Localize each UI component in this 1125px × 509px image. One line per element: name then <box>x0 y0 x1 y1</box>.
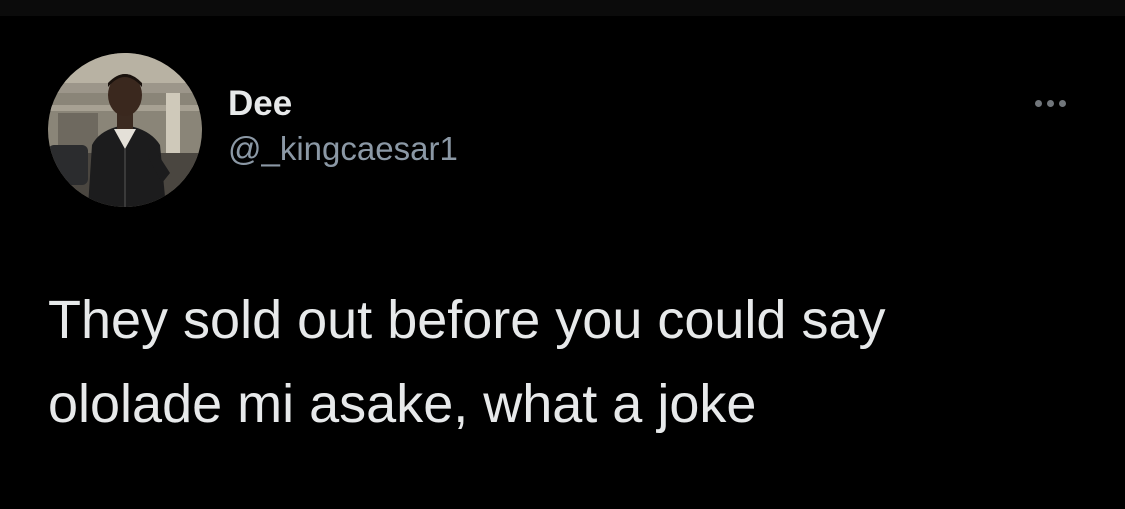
avatar-photo-icon <box>48 53 202 207</box>
display-name[interactable]: Dee <box>228 84 458 124</box>
more-options-button[interactable] <box>1020 86 1080 120</box>
more-horizontal-icon <box>1034 99 1042 107</box>
avatar[interactable] <box>48 53 202 207</box>
more-horizontal-icon <box>1046 99 1054 107</box>
top-strip <box>0 0 1125 16</box>
tweet-text: They sold out before you could say olola… <box>48 290 886 434</box>
author-info: Dee @_kingcaesar1 <box>228 84 458 168</box>
tweet-card: Dee @_kingcaesar1 They sold out before y… <box>0 16 1125 509</box>
user-handle[interactable]: @_kingcaesar1 <box>228 130 458 168</box>
more-horizontal-icon <box>1058 99 1066 107</box>
